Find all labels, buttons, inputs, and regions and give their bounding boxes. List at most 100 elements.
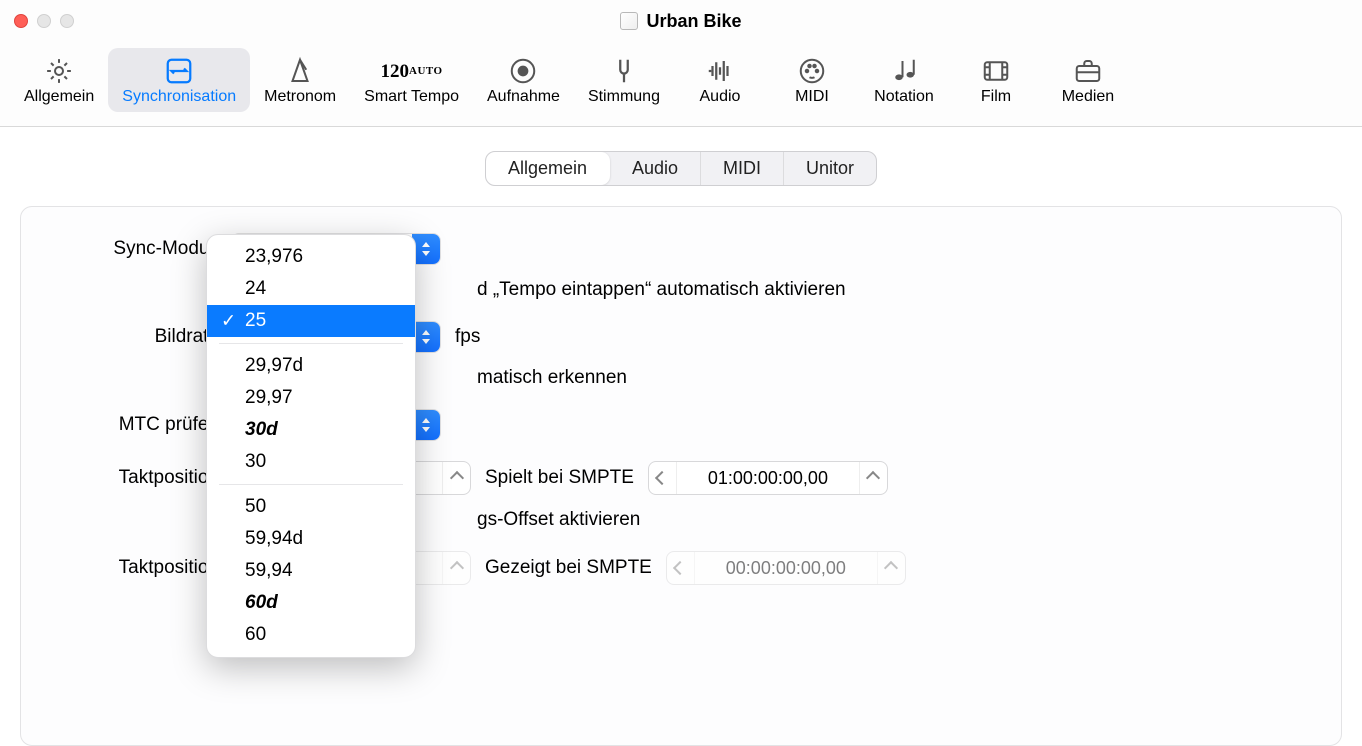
subtab-audio[interactable]: Audio	[610, 152, 701, 185]
menu-separator	[219, 343, 403, 344]
bildrate-label: Bildrate	[51, 326, 231, 348]
framerate-menu-item[interactable]: ✓60d	[207, 587, 415, 619]
menu-item-label: 59,94d	[245, 528, 303, 549]
title-center: Urban Bike	[0, 11, 1362, 32]
subtab-unitor[interactable]: Unitor	[784, 152, 876, 185]
smpte-value-2: 00:00:00:00,00	[695, 558, 877, 579]
tab-stimmung[interactable]: Stimmung	[574, 48, 674, 112]
record-icon	[508, 54, 538, 88]
menu-item-label: 30	[245, 451, 266, 472]
framerate-menu-item[interactable]: ✓50	[207, 491, 415, 523]
waveform-icon	[705, 54, 735, 88]
menu-item-label: 29,97d	[245, 355, 303, 376]
tab-label: Notation	[874, 88, 934, 106]
framerate-menu-item[interactable]: ✓60	[207, 619, 415, 651]
framerate-menu-item[interactable]: ✓30d	[207, 414, 415, 446]
tempo-tap-checkbox-text: d „Tempo eintappen“ automatisch aktivier…	[477, 279, 846, 301]
smpte-value-1: 01:00:00:00,00	[677, 468, 859, 489]
subtab-midi[interactable]: MIDI	[701, 152, 784, 185]
stepper-up-button	[877, 552, 905, 584]
popup-arrows-icon	[412, 322, 440, 352]
notation-icon	[889, 54, 919, 88]
tab-synchronisation[interactable]: Synchronisation	[108, 48, 250, 112]
tab-label: Audio	[700, 88, 741, 106]
framerate-menu-item[interactable]: ✓30	[207, 446, 415, 478]
popup-arrows-icon	[412, 410, 440, 440]
briefcase-icon	[1073, 54, 1103, 88]
subtab-allgemein[interactable]: Allgemein	[486, 152, 610, 185]
framerate-menu-item[interactable]: ✓ 25	[207, 305, 415, 337]
framerate-menu[interactable]: ✓23,976✓24✓25✓29,97d✓29,97✓30d✓30✓50✓59,…	[206, 234, 416, 658]
tab-film[interactable]: Film	[950, 48, 1042, 112]
menu-item-label: 30d	[245, 419, 278, 440]
tab-audio[interactable]: Audio	[674, 48, 766, 112]
toolbar: Allgemein Synchronisation Metronom 120 A…	[0, 42, 1362, 127]
menu-item-label: 25	[245, 310, 266, 331]
spielt-bei-label: Spielt bei SMPTE	[485, 467, 634, 489]
stepper-down-button	[667, 552, 695, 584]
window-controls	[14, 14, 74, 28]
fps-label: fps	[455, 326, 480, 348]
tab-label: Synchronisation	[122, 88, 236, 106]
framerate-menu-item[interactable]: ✓59,94d	[207, 523, 415, 555]
titlebar: Urban Bike	[0, 0, 1362, 42]
menu-item-label: 60	[245, 624, 266, 645]
menu-item-label: 60d	[245, 592, 278, 613]
framerate-menu-item[interactable]: ✓29,97d	[207, 350, 415, 382]
subtabs: Allgemein Audio MIDI Unitor	[485, 151, 877, 186]
tab-notation[interactable]: Notation	[858, 48, 950, 112]
menu-item-label: 24	[245, 278, 266, 299]
tab-label: Aufnahme	[487, 88, 560, 106]
tab-label: MIDI	[795, 88, 829, 106]
tab-aufnahme[interactable]: Aufnahme	[473, 48, 574, 112]
mtc-label: MTC prüfen	[51, 414, 231, 436]
framerate-menu-item[interactable]: ✓23,976	[207, 241, 415, 273]
tab-label: Stimmung	[588, 88, 660, 106]
metronome-icon	[285, 54, 315, 88]
tab-label: Smart Tempo	[364, 88, 459, 106]
popup-arrows-icon	[412, 234, 440, 264]
gear-icon	[44, 54, 74, 88]
subtabs-row: Allgemein Audio MIDI Unitor	[0, 127, 1362, 202]
tab-metronom[interactable]: Metronom	[250, 48, 350, 112]
smpte-stepper-2: 00:00:00:00,00	[666, 551, 906, 585]
stepper-up-button[interactable]	[442, 462, 470, 494]
menu-item-label: 23,976	[245, 246, 303, 267]
tab-midi[interactable]: MIDI	[766, 48, 858, 112]
menu-item-label: 29,97	[245, 387, 293, 408]
window-title: Urban Bike	[646, 11, 741, 32]
sync-icon	[164, 54, 194, 88]
midi-icon	[797, 54, 827, 88]
tuning-fork-icon	[609, 54, 639, 88]
stepper-up-button	[442, 552, 470, 584]
tab-label: Metronom	[264, 88, 336, 106]
tab-label: Film	[981, 88, 1011, 106]
smart-tempo-icon: 120 AUTO	[381, 54, 443, 88]
smpte-stepper-1[interactable]: 01:00:00:00,00	[648, 461, 888, 495]
tab-label: Medien	[1062, 88, 1114, 106]
stepper-up-button[interactable]	[859, 462, 887, 494]
tab-label: Allgemein	[24, 88, 94, 106]
document-icon	[620, 12, 638, 30]
auto-detect-text: matisch erkennen	[477, 367, 627, 389]
taktposition-label-1: Taktposition	[51, 467, 231, 489]
check-icon: ✓	[221, 311, 236, 332]
zoom-window-button[interactable]	[60, 14, 74, 28]
tab-allgemein[interactable]: Allgemein	[10, 48, 108, 112]
framerate-menu-item[interactable]: ✓29,97	[207, 382, 415, 414]
menu-item-label: 50	[245, 496, 266, 517]
tab-medien[interactable]: Medien	[1042, 48, 1134, 112]
gezeigt-bei-label: Gezeigt bei SMPTE	[485, 557, 652, 579]
sync-modus-label: Sync-Modus	[51, 238, 231, 260]
stepper-down-button[interactable]	[649, 462, 677, 494]
minimize-window-button[interactable]	[37, 14, 51, 28]
taktposition-label-2: Taktposition	[51, 557, 231, 579]
offset-checkbox-text: gs-Offset aktivieren	[477, 509, 640, 531]
framerate-menu-item[interactable]: ✓24	[207, 273, 415, 305]
menu-separator	[219, 484, 403, 485]
film-icon	[981, 54, 1011, 88]
menu-item-label: 59,94	[245, 560, 293, 581]
tab-smart-tempo[interactable]: 120 AUTO Smart Tempo	[350, 48, 473, 112]
close-window-button[interactable]	[14, 14, 28, 28]
framerate-menu-item[interactable]: ✓59,94	[207, 555, 415, 587]
